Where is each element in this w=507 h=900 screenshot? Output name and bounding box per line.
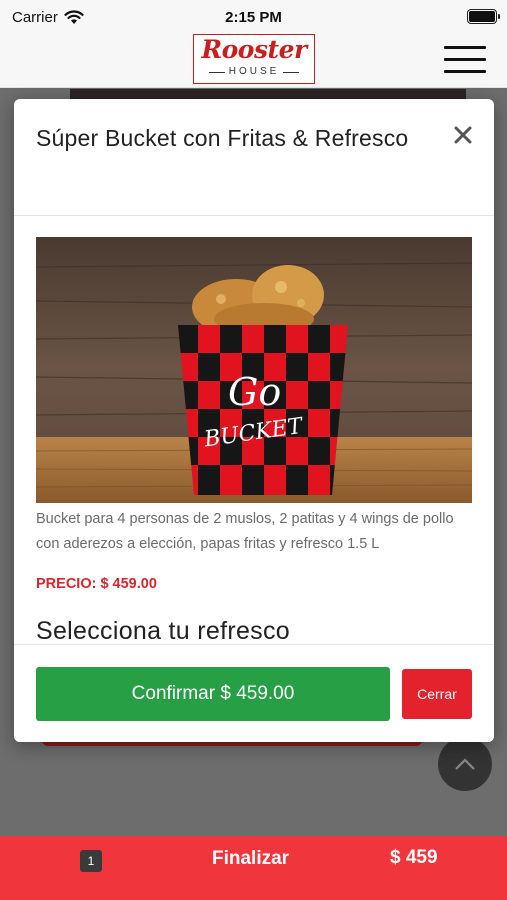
logo-main-text: Rooster bbox=[201, 35, 307, 64]
close-button[interactable]: Cerrar bbox=[402, 669, 472, 719]
brand-logo[interactable]: Rooster HOUSE bbox=[193, 34, 315, 84]
cart-count-badge: 1 bbox=[80, 850, 102, 872]
chevron-up-icon bbox=[455, 758, 475, 770]
logo-sub-text: HOUSE bbox=[228, 66, 280, 77]
finalize-button[interactable]: Finalizar bbox=[212, 848, 289, 870]
cart-total: $ 459 bbox=[390, 847, 438, 868]
app-header: Rooster HOUSE bbox=[0, 34, 507, 88]
battery-icon bbox=[467, 9, 500, 24]
product-modal: Súper Bucket con Fritas & Refresco Go BU… bbox=[14, 99, 494, 742]
status-bar: Carrier 2:15 PM bbox=[0, 0, 507, 34]
image-brand-top: Go bbox=[228, 370, 281, 414]
wifi-icon bbox=[64, 9, 84, 24]
logo-sub: HOUSE bbox=[194, 65, 314, 79]
modal-header: Súper Bucket con Fritas & Refresco bbox=[14, 99, 494, 216]
carrier-label: Carrier bbox=[12, 8, 58, 26]
product-description: Bucket para 4 personas de 2 muslos, 2 pa… bbox=[36, 511, 454, 552]
drink-select-heading: Selecciona tu refresco bbox=[36, 617, 290, 645]
product-image: Go BUCKET bbox=[36, 237, 472, 503]
status-carrier: Carrier bbox=[12, 9, 84, 26]
cart-bar: 1 Finalizar $ 459 bbox=[0, 836, 507, 900]
modal-footer: Confirmar $ 459.00 Cerrar bbox=[14, 644, 494, 742]
close-icon[interactable] bbox=[451, 123, 475, 147]
modal-title: Súper Bucket con Fritas & Refresco bbox=[36, 125, 409, 151]
scroll-top-button[interactable] bbox=[438, 737, 492, 791]
menu-icon[interactable] bbox=[444, 46, 486, 74]
product-price: PRECIO: $ 459.00 bbox=[36, 576, 157, 592]
confirm-button[interactable]: Confirmar $ 459.00 bbox=[36, 667, 390, 721]
